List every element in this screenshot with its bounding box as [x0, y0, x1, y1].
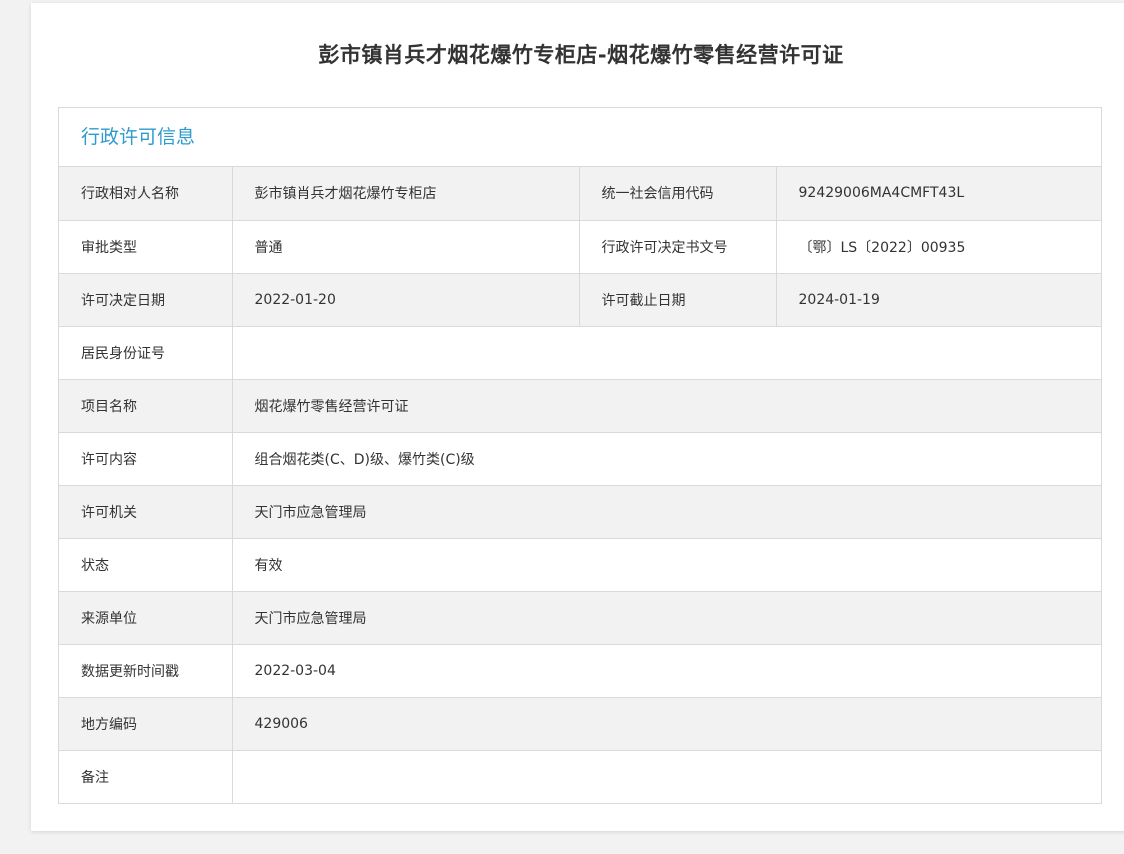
table-row: 项目名称 烟花爆竹零售经营许可证 [59, 378, 1101, 432]
table-row: 行政相对人名称 彭市镇肖兵才烟花爆竹专柜店 统一社会信用代码 92429006M… [59, 167, 1101, 220]
table-row: 许可决定日期 2022-01-20 许可截止日期 2024-01-19 [59, 272, 1101, 326]
table-row: 状态 有效 [59, 537, 1101, 591]
section-title: 行政许可信息 [59, 108, 1101, 167]
table-row: 来源单位 天门市应急管理局 [59, 590, 1101, 644]
counterparty-name-label: 行政相对人名称 [59, 167, 232, 220]
permit-authority-value: 天门市应急管理局 [231, 484, 1101, 538]
project-name-value: 烟花爆竹零售经营许可证 [231, 378, 1101, 432]
expiry-date-value: 2024-01-19 [775, 272, 1101, 326]
region-code-label: 地方编码 [59, 696, 232, 750]
admin-license-info-panel: 行政许可信息 行政相对人名称 彭市镇肖兵才烟花爆竹专柜店 统一社会信用代码 92… [58, 107, 1102, 804]
data-update-label: 数据更新时间戳 [59, 643, 232, 697]
license-info-table: 行政相对人名称 彭市镇肖兵才烟花爆竹专柜店 统一社会信用代码 92429006M… [59, 167, 1101, 803]
remarks-value [231, 749, 1101, 803]
table-row: 数据更新时间戳 2022-03-04 [59, 643, 1101, 697]
credit-code-label: 统一社会信用代码 [578, 167, 776, 220]
table-row: 地方编码 429006 [59, 696, 1101, 750]
table-row: 许可机关 天门市应急管理局 [59, 484, 1101, 538]
approval-type-value: 普通 [231, 219, 579, 273]
decision-doc-no-label: 行政许可决定书文号 [578, 219, 776, 273]
table-row: 审批类型 普通 行政许可决定书文号 〔鄂〕LS〔2022〕00935 [59, 219, 1101, 273]
credit-code-value: 92429006MA4CMFT43L [775, 167, 1101, 220]
table-row: 备注 [59, 749, 1101, 803]
data-update-value: 2022-03-04 [231, 643, 1101, 697]
resident-id-value [231, 325, 1101, 379]
table-row: 居民身份证号 [59, 325, 1101, 379]
license-card: 彭市镇肖兵才烟花爆竹专柜店-烟花爆竹零售经营许可证 行政许可信息 行政相对人名称… [31, 3, 1124, 831]
page-title: 彭市镇肖兵才烟花爆竹专柜店-烟花爆竹零售经营许可证 [318, 43, 844, 67]
status-label: 状态 [59, 537, 232, 591]
decision-doc-no-value: 〔鄂〕LS〔2022〕00935 [775, 219, 1101, 273]
source-unit-label: 来源单位 [59, 590, 232, 644]
table-row: 许可内容 组合烟花类(C、D)级、爆竹类(C)级 [59, 431, 1101, 485]
decision-date-value: 2022-01-20 [231, 272, 579, 326]
expiry-date-label: 许可截止日期 [578, 272, 776, 326]
project-name-label: 项目名称 [59, 378, 232, 432]
source-unit-value: 天门市应急管理局 [231, 590, 1101, 644]
remarks-label: 备注 [59, 749, 232, 803]
permit-content-label: 许可内容 [59, 431, 232, 485]
permit-authority-label: 许可机关 [59, 484, 232, 538]
decision-date-label: 许可决定日期 [59, 272, 232, 326]
status-value: 有效 [231, 537, 1101, 591]
region-code-value: 429006 [231, 696, 1101, 750]
permit-content-value: 组合烟花类(C、D)级、爆竹类(C)级 [231, 431, 1101, 485]
resident-id-label: 居民身份证号 [59, 325, 232, 379]
approval-type-label: 审批类型 [59, 219, 232, 273]
counterparty-name-value: 彭市镇肖兵才烟花爆竹专柜店 [231, 167, 579, 220]
